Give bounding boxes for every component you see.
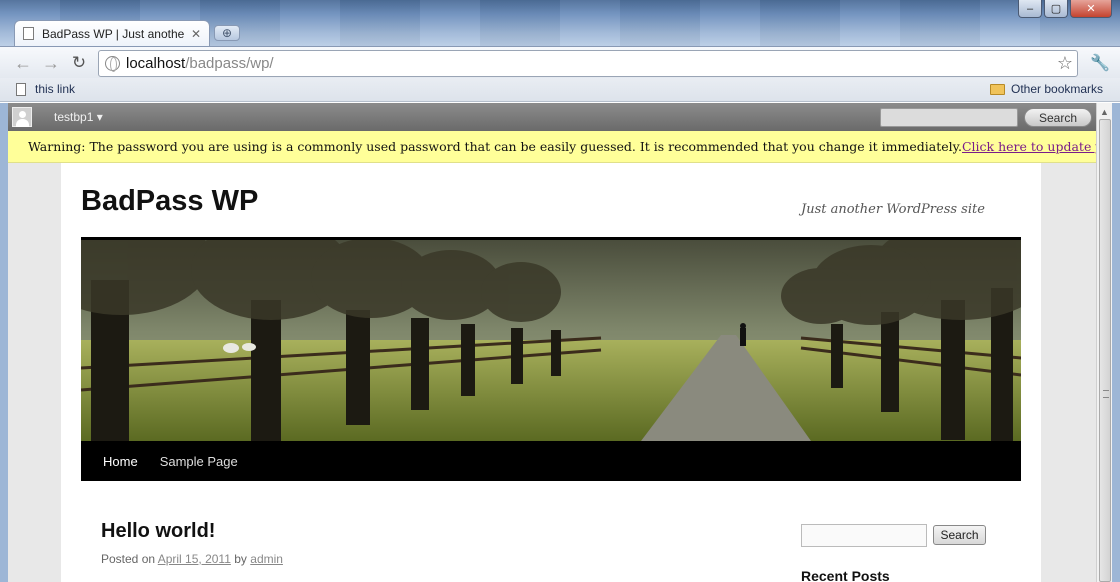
scroll-thumb[interactable] (1099, 119, 1111, 582)
folder-icon (990, 83, 1005, 95)
site-description: Just another WordPress site (801, 202, 985, 217)
site-title[interactable]: BadPass WP (81, 185, 258, 218)
header-image[interactable] (81, 237, 1021, 441)
admin-user-menu[interactable]: testbp1 ▾ (54, 110, 103, 124)
globe-icon (105, 56, 120, 72)
bookmark-label: this link (35, 82, 76, 96)
other-bookmarks-label: Other bookmarks (1011, 82, 1104, 96)
scroll-grip-icon (1103, 390, 1109, 398)
posted-on-label: Posted on (101, 552, 156, 566)
scroll-up-icon[interactable]: ▲ (1100, 107, 1109, 117)
page-icon (23, 27, 34, 40)
post-author-link[interactable]: admin (250, 552, 283, 566)
new-tab-button[interactable]: ⊕ (214, 25, 240, 41)
nav-item-home[interactable]: Home (103, 454, 138, 469)
weak-password-warning: Warning: The password you are using is a… (8, 131, 1096, 163)
browser-tab[interactable]: BadPass WP | Just anothe... ✕ (14, 20, 210, 46)
forward-arrow-icon[interactable]: → (40, 53, 62, 73)
nav-item-sample-page[interactable]: Sample Page (160, 454, 238, 469)
main-navigation: Home Sample Page (81, 441, 1021, 481)
avatar[interactable] (12, 107, 32, 127)
vertical-scrollbar[interactable]: ▲ (1096, 103, 1112, 582)
admin-search-input[interactable] (880, 108, 1018, 127)
maximize-button[interactable]: ▢ (1044, 0, 1068, 18)
tab-title: BadPass WP | Just anothe... (42, 26, 185, 41)
url-path: /badpass/wp/ (185, 55, 274, 72)
back-arrow-icon[interactable]: ← (12, 53, 34, 73)
address-bar[interactable]: localhost/badpass/wp/ ☆ (98, 50, 1078, 77)
reload-icon[interactable]: ↻ (68, 53, 90, 73)
page-icon (16, 82, 26, 96)
tab-close-icon[interactable]: ✕ (191, 27, 201, 41)
warning-text: Warning: The password you are using is a… (28, 139, 962, 154)
sidebar-search-button[interactable]: Search (933, 525, 986, 545)
bookmarks-bar: this link Other bookmarks (0, 78, 1120, 102)
wp-admin-bar: testbp1 ▾ Search (8, 103, 1096, 131)
window-frame-right (1112, 103, 1120, 582)
header-image-graphic (81, 240, 1021, 441)
minimize-button[interactable]: – (1018, 0, 1042, 18)
window-controls: – ▢ ✕ (1018, 0, 1112, 18)
url-host: localhost (126, 55, 186, 72)
close-window-button[interactable]: ✕ (1070, 0, 1112, 18)
post-meta: Posted on April 15, 2011 by admin (101, 552, 283, 566)
page-viewport: testbp1 ▾ Search Warning: The password y… (8, 103, 1096, 582)
browser-toolbar: ← → ↻ localhost/badpass/wp/ ☆ 🔧 (0, 46, 1120, 78)
recent-posts-heading: Recent Posts (801, 568, 890, 582)
window-frame-left (0, 103, 8, 582)
sidebar-search-input[interactable] (801, 524, 927, 547)
admin-search-button[interactable]: Search (1024, 108, 1092, 127)
post-date-link[interactable]: April 15, 2011 (158, 552, 231, 566)
other-bookmarks[interactable]: Other bookmarks (990, 82, 1103, 96)
wrench-icon[interactable]: 🔧 (1090, 53, 1110, 73)
update-password-link[interactable]: Click here to update your password. (962, 139, 1096, 154)
admin-username: testbp1 (54, 110, 94, 124)
post-title[interactable]: Hello world! (101, 520, 215, 543)
by-label: by (234, 552, 247, 566)
bookmark-this-link[interactable]: this link (16, 82, 75, 96)
star-icon[interactable]: ☆ (1057, 53, 1073, 74)
site-page: BadPass WP Just another WordPress site H… (61, 163, 1041, 582)
